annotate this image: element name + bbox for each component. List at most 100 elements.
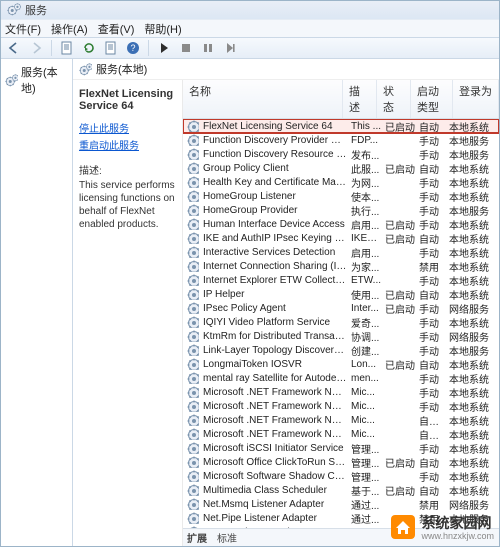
cell-desc: 通过... — [351, 497, 385, 512]
cell-logon: 网络服务 — [449, 301, 495, 316]
cell-start: 自动 — [419, 231, 449, 246]
cell-logon: 本地服务 — [449, 203, 495, 218]
cell-start: 自动 — [419, 287, 449, 302]
service-row[interactable]: FlexNet Licensing Service 64This ...已启动自… — [183, 119, 499, 133]
gear-icon — [187, 274, 199, 286]
gears-icon — [5, 74, 18, 87]
menu-action[interactable]: 操作(A) — [51, 21, 88, 37]
service-row[interactable]: Net.Msmq Listener Adapter通过...禁用网络服务 — [183, 497, 499, 511]
gear-icon — [187, 302, 199, 314]
cell-name: Microsoft Software Shadow Copy P... — [203, 471, 351, 482]
cell-logon: 本地系统 — [449, 455, 495, 470]
refresh-button[interactable] — [80, 39, 98, 57]
cell-desc: 协调... — [351, 329, 385, 344]
start-button[interactable] — [155, 39, 173, 57]
cell-status: 已启动 — [385, 119, 419, 134]
pause-button[interactable] — [199, 39, 217, 57]
cell-logon: 本地系统 — [449, 217, 495, 232]
cell-start: 手动 — [419, 245, 449, 260]
separator — [148, 40, 149, 56]
window-title: 服务 — [25, 2, 47, 18]
back-button[interactable] — [5, 39, 23, 57]
col-start[interactable]: 启动类型 — [411, 80, 453, 118]
service-row[interactable]: Microsoft Software Shadow Copy P...管理...… — [183, 469, 499, 483]
service-row[interactable]: Microsoft .NET Framework NGEN v...Mic...… — [183, 399, 499, 413]
gear-icon — [187, 414, 199, 426]
tab-standard[interactable]: 标准 — [217, 530, 237, 545]
service-row[interactable]: IQIYI Video Platform Service爱奇...手动本地系统 — [183, 315, 499, 329]
gear-icon — [187, 358, 199, 370]
cell-start: 自动 — [419, 357, 449, 372]
service-row[interactable]: Human Interface Device Access启用...已启动手动本… — [183, 217, 499, 231]
service-row[interactable]: Internet Explorer ETW Collector Ser...ET… — [183, 273, 499, 287]
service-row[interactable]: Function Discovery Resource Publi...发布..… — [183, 147, 499, 161]
col-desc[interactable]: 描述 — [343, 80, 377, 118]
help-button[interactable] — [124, 39, 142, 57]
cell-name: FlexNet Licensing Service 64 — [203, 121, 351, 132]
cell-name: Microsoft .NET Framework NGEN v... — [203, 415, 351, 426]
cell-start: 手动 — [419, 329, 449, 344]
service-row[interactable]: IPsec Policy AgentInter...已启动手动网络服务 — [183, 301, 499, 315]
cell-name: Microsoft Office ClickToRun Service — [203, 457, 351, 468]
cell-name: HomeGroup Provider — [203, 205, 351, 216]
service-row[interactable]: Microsoft iSCSI Initiator Service管理...手动… — [183, 441, 499, 455]
tree-root-label: 服务(本地) — [21, 64, 68, 96]
list-body[interactable]: FlexNet Licensing Service 64This ...已启动自… — [183, 119, 499, 528]
menu-help[interactable]: 帮助(H) — [144, 21, 181, 37]
service-row[interactable]: Group Policy Client此服...已启动自动本地系统 — [183, 161, 499, 175]
service-row[interactable]: KtmRm for Distributed Transaction ...协调.… — [183, 329, 499, 343]
menu-file[interactable]: 文件(F) — [5, 21, 41, 37]
service-row[interactable]: Function Discovery Provider HostFDP...手动… — [183, 133, 499, 147]
service-row[interactable]: Microsoft .NET Framework NGEN v...Mic...… — [183, 413, 499, 427]
cell-desc: Inter... — [351, 303, 385, 314]
service-row[interactable]: Microsoft .NET Framework NGEN v...Mic...… — [183, 385, 499, 399]
stop-link[interactable]: 停止此服务 — [79, 120, 176, 135]
service-row[interactable]: Health Key and Certificate Manage...为网..… — [183, 175, 499, 189]
service-row[interactable]: Link-Layer Topology Discovery Ma...创建...… — [183, 343, 499, 357]
cell-status: 已启动 — [385, 287, 419, 302]
forward-button[interactable] — [27, 39, 45, 57]
services-window: 服务 文件(F) 操作(A) 查看(V) 帮助(H) 服务(本地) — [0, 0, 500, 547]
tab-extended[interactable]: 扩展 — [187, 530, 207, 545]
gear-icon — [187, 218, 199, 230]
cell-logon: 本地系统 — [449, 399, 495, 414]
service-row[interactable]: LongmaiToken IOSVRLon...已启动自动本地系统 — [183, 357, 499, 371]
service-row[interactable]: IP Helper使用...已启动自动本地系统 — [183, 287, 499, 301]
cell-logon: 本地系统 — [449, 371, 495, 386]
gear-icon — [187, 512, 199, 524]
cell-name: Internet Connection Sharing (ICS) — [203, 261, 351, 272]
service-row[interactable]: mental ray Satellite for Autodesk 3...me… — [183, 371, 499, 385]
export-button[interactable] — [102, 39, 120, 57]
service-row[interactable]: HomeGroup Listener使本...手动本地系统 — [183, 189, 499, 203]
stop-button[interactable] — [177, 39, 195, 57]
gears-icon — [79, 63, 92, 76]
cell-desc: 使用... — [351, 287, 385, 302]
cell-start: 手动 — [419, 371, 449, 386]
gear-icon — [187, 442, 199, 454]
menu-view[interactable]: 查看(V) — [98, 21, 135, 37]
service-row[interactable]: Interactive Services Detection启用...手动本地系… — [183, 245, 499, 259]
cell-logon: 本地系统 — [449, 119, 495, 134]
gear-icon — [187, 190, 199, 202]
service-row[interactable]: IKE and AuthIP IPsec Keying Modul...IKEE… — [183, 231, 499, 245]
service-row[interactable]: Internet Connection Sharing (ICS)为家...禁用… — [183, 259, 499, 273]
toolbar — [1, 37, 499, 59]
cell-name: Function Discovery Resource Publi... — [203, 149, 351, 160]
gear-icon — [187, 204, 199, 216]
cell-name: Interactive Services Detection — [203, 247, 351, 258]
service-row[interactable]: Microsoft Office ClickToRun Service管理...… — [183, 455, 499, 469]
restart-link[interactable]: 重启动此服务 — [79, 137, 176, 152]
cell-start: 自动 — [419, 483, 449, 498]
props-button[interactable] — [58, 39, 76, 57]
cell-start: 自动(延迟... — [419, 413, 449, 428]
col-status[interactable]: 状态 — [377, 80, 411, 118]
service-row[interactable]: Microsoft .NET Framework NGEN v...Mic...… — [183, 427, 499, 441]
restart-button[interactable] — [221, 39, 239, 57]
col-name[interactable]: 名称 — [183, 80, 343, 118]
col-logon[interactable]: 登录为 — [453, 80, 499, 118]
tree-root[interactable]: 服务(本地) — [3, 63, 70, 97]
service-row[interactable]: HomeGroup Provider执行...手动本地服务 — [183, 203, 499, 217]
service-row[interactable]: Multimedia Class Scheduler基于...已启动自动本地系统 — [183, 483, 499, 497]
cell-start: 自动(延迟... — [419, 427, 449, 442]
cell-logon: 本地系统 — [449, 357, 495, 372]
